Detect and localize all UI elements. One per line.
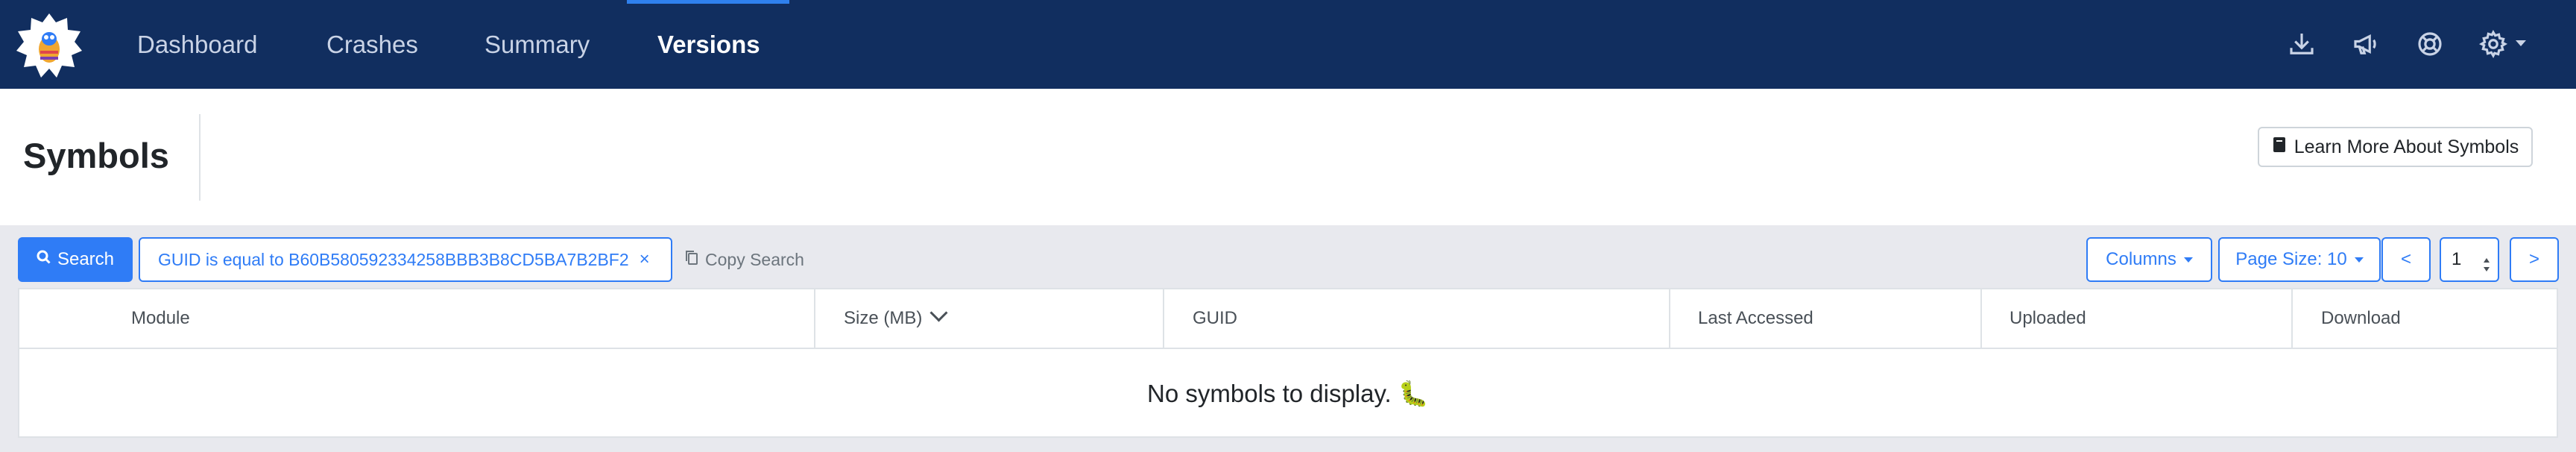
copy-search-label: Copy Search (705, 249, 804, 269)
chevron-down-icon (2183, 257, 2193, 263)
empty-table-message: No symbols to display. 🐛 (1147, 380, 1429, 407)
column-divider[interactable] (1980, 289, 1982, 348)
column-header-guid[interactable]: GUID (1193, 289, 1237, 348)
filter-chip-label: GUID is equal to B60B580592334258BBB3B8C… (158, 249, 629, 269)
nav-summary[interactable]: Summary (484, 0, 590, 89)
nav-dashboard[interactable]: Dashboard (137, 0, 257, 89)
column-header-uploaded[interactable]: Uploaded (2010, 289, 2086, 348)
page-number-input[interactable]: 1 (2440, 237, 2499, 282)
lifebuoy-icon[interactable] (2414, 28, 2446, 60)
megaphone-icon[interactable] (2350, 28, 2381, 60)
column-divider[interactable] (814, 289, 815, 348)
guid-filter-chip[interactable]: GUID is equal to B60B580592334258BBB3B8C… (139, 237, 672, 282)
search-icon (37, 249, 51, 270)
close-icon[interactable]: × (640, 249, 650, 270)
page-title: Symbols (23, 136, 169, 175)
column-divider[interactable] (2291, 289, 2293, 348)
columns-dropdown[interactable]: Columns (2086, 237, 2212, 282)
top-navbar: Dashboard Crashes Summary Versions (0, 0, 2576, 89)
title-divider (199, 114, 201, 201)
column-header-download[interactable]: Download (2321, 289, 2401, 348)
book-icon (2272, 136, 2287, 159)
prev-page-button[interactable]: < (2381, 237, 2431, 282)
page-header: Symbols Learn More About Symbols (0, 89, 2576, 225)
page-number-value: 1 (2452, 249, 2462, 269)
learn-more-button[interactable]: Learn More About Symbols (2258, 127, 2533, 167)
columns-label: Columns (2106, 249, 2176, 269)
search-label: Search (57, 249, 115, 269)
spinner-icon[interactable] (2481, 249, 2492, 271)
symbols-table: Module Size (MB) GUID Last Accessed Uplo… (18, 288, 2558, 438)
column-divider[interactable] (1669, 289, 1670, 348)
symbols-content: Search GUID is equal to B60B580592334258… (0, 225, 2576, 452)
bugsplat-logo[interactable] (15, 12, 83, 81)
chevron-down-icon (2354, 257, 2364, 263)
learn-more-label: Learn More About Symbols (2294, 136, 2519, 157)
nav-crashes[interactable]: Crashes (326, 0, 418, 89)
column-header-size[interactable]: Size (MB) (844, 289, 948, 348)
settings-caret-icon[interactable] (2516, 40, 2526, 46)
column-divider[interactable] (1163, 289, 1164, 348)
gear-icon[interactable] (2478, 28, 2509, 60)
page-size-label: Page Size: 10 (2235, 249, 2347, 269)
column-header-module[interactable]: Module (131, 289, 190, 348)
copy-icon (684, 249, 699, 270)
next-page-button[interactable]: > (2510, 237, 2559, 282)
sort-chevron-icon (929, 304, 948, 322)
table-header: Module Size (MB) GUID Last Accessed Uplo… (19, 289, 2557, 349)
page-size-dropdown[interactable]: Page Size: 10 (2218, 237, 2381, 282)
column-header-size-label: Size (MB) (844, 308, 923, 328)
download-icon[interactable] (2286, 28, 2317, 60)
copy-search-button[interactable]: Copy Search (684, 237, 804, 282)
column-header-last-accessed[interactable]: Last Accessed (1698, 289, 1813, 348)
nav-versions[interactable]: Versions (657, 0, 760, 89)
search-button[interactable]: Search (18, 237, 133, 282)
